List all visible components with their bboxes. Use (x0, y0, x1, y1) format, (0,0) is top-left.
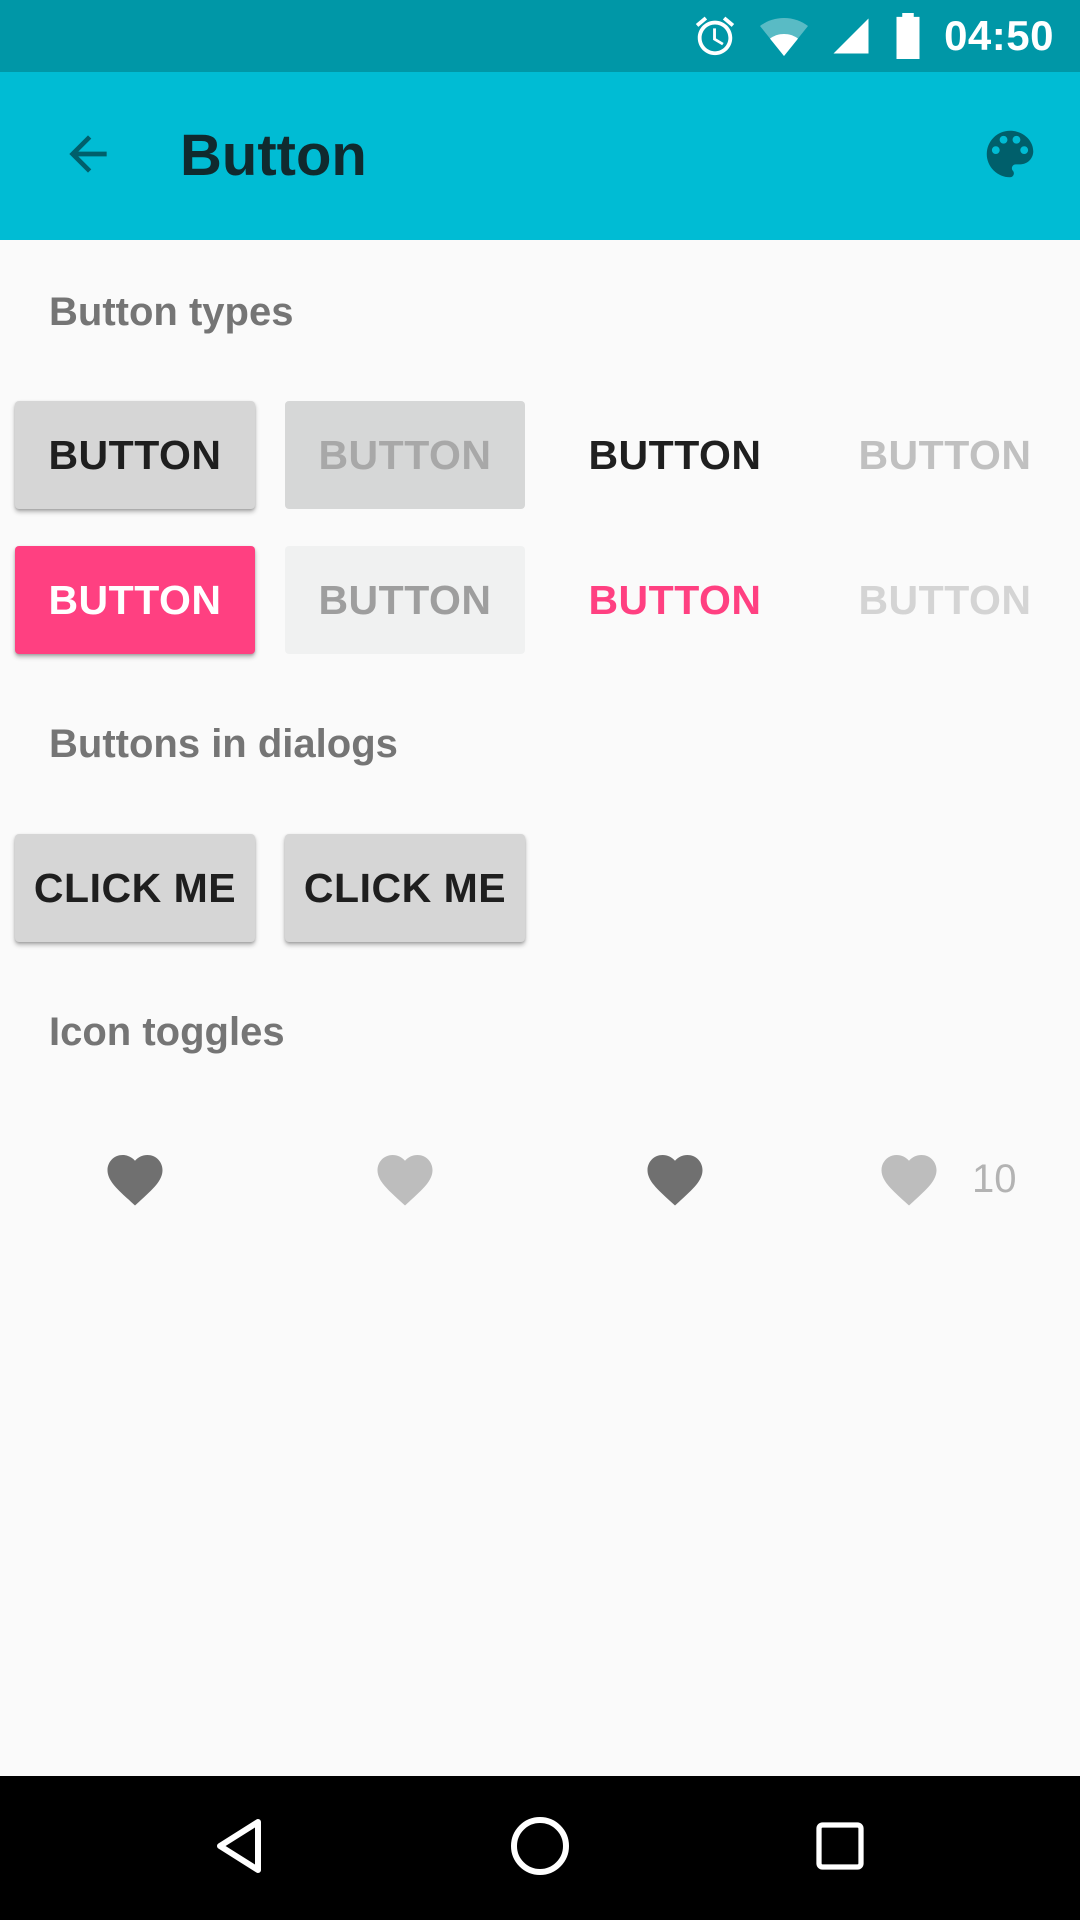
recents-square-icon (812, 1818, 868, 1879)
colored-button-disabled: BUTTON (285, 546, 525, 654)
nav-recents-button[interactable] (790, 1798, 890, 1898)
theme-palette-button[interactable] (966, 112, 1054, 200)
heart-toggle-checked[interactable] (642, 1146, 708, 1213)
flat-colored-button[interactable]: BUTTON (555, 546, 795, 654)
heart-toggle-with-count[interactable]: 10 (876, 1146, 1017, 1213)
heart-icon (876, 1146, 942, 1213)
cell-signal-icon (830, 15, 872, 57)
palette-icon (979, 123, 1041, 190)
colored-button[interactable]: BUTTON (15, 546, 255, 654)
section-title-icon-toggles: Icon toggles (49, 1010, 285, 1054)
system-nav-bar (0, 1776, 1080, 1920)
home-circle-icon (508, 1814, 572, 1883)
heart-toggle-disabled (372, 1146, 438, 1213)
flat-colored-button-disabled: BUTTON (858, 576, 1032, 623)
raised-button[interactable]: BUTTON (15, 401, 255, 509)
click-me-button[interactable]: CLICK ME (285, 834, 525, 942)
status-time: 04:50 (944, 12, 1054, 59)
alarm-icon (692, 13, 738, 59)
battery-icon (894, 13, 922, 59)
heart-icon (102, 1146, 168, 1213)
heart-icon (372, 1146, 438, 1213)
toggle-count: 10 (972, 1157, 1017, 1201)
arrow-back-icon (60, 126, 116, 187)
wifi-icon (760, 14, 809, 58)
back-button[interactable] (44, 112, 132, 200)
status-bar: 04:50 (0, 0, 1080, 72)
heart-icon (642, 1146, 708, 1213)
flat-button[interactable]: BUTTON (555, 401, 795, 509)
heart-toggle-checked[interactable] (102, 1146, 168, 1213)
section-title-button-types: Button types (49, 290, 294, 334)
click-me-button[interactable]: CLICK ME (15, 834, 255, 942)
page-title: Button (180, 123, 367, 188)
back-triangle-icon (208, 1814, 272, 1883)
raised-button-disabled: BUTTON (285, 401, 525, 509)
nav-home-button[interactable] (490, 1798, 590, 1898)
app-toolbar: Button (0, 72, 1080, 240)
section-title-buttons-in-dialogs: Buttons in dialogs (49, 722, 398, 766)
nav-back-button[interactable] (190, 1798, 290, 1898)
flat-button-disabled: BUTTON (858, 431, 1032, 478)
